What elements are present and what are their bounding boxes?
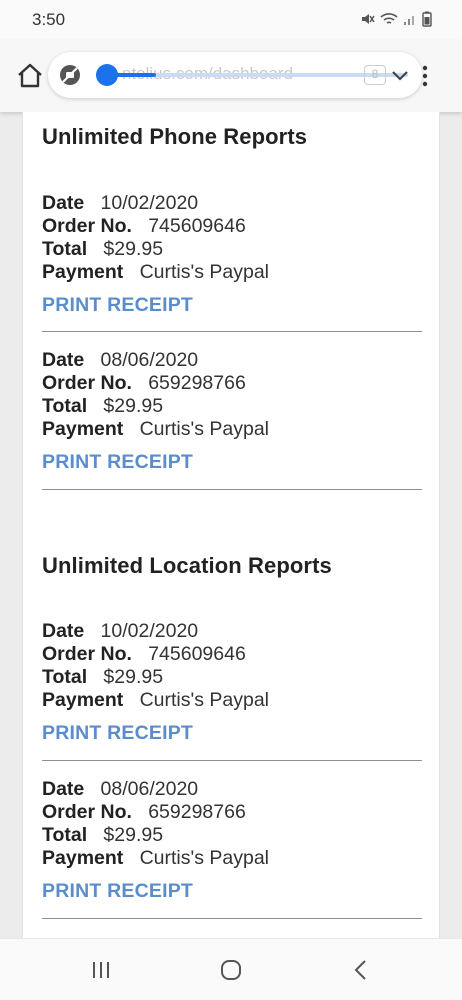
order-total: $29.95: [103, 238, 164, 260]
order-number-row: Order No. 745609646: [42, 643, 422, 666]
browser-toolbar: ntelius.com/dashboard 8: [0, 40, 462, 112]
order-payment: Curtis's Paypal: [139, 847, 269, 869]
order-item: Date 10/02/2020 Order No. 745609646 Tota…: [42, 620, 422, 745]
order-date: 10/02/2020: [100, 192, 199, 214]
order-total-row: Total $29.95: [42, 238, 422, 261]
print-receipt-link[interactable]: PRINT RECEIPT: [42, 722, 422, 745]
order-number-label: Order No.: [42, 372, 132, 394]
order-number: 659298766: [148, 801, 246, 823]
progress-thumb: [96, 64, 118, 86]
address-bar[interactable]: ntelius.com/dashboard 8: [48, 52, 422, 98]
order-date: 08/06/2020: [100, 778, 199, 800]
order-payment: Curtis's Paypal: [139, 261, 269, 283]
order-divider: [42, 760, 422, 761]
order-total: $29.95: [103, 824, 164, 846]
order-date-row: Date 08/06/2020: [42, 349, 422, 372]
order-divider: [42, 489, 422, 490]
back-icon[interactable]: [348, 957, 374, 983]
order-payment: Curtis's Paypal: [139, 689, 269, 711]
order-divider: [42, 918, 422, 919]
total-label: Total: [42, 395, 88, 417]
payment-label: Payment: [42, 689, 124, 711]
battery-icon: [422, 11, 432, 27]
payment-label: Payment: [42, 261, 124, 283]
order-payment-row: Payment Curtis's Paypal: [42, 418, 422, 441]
payment-label: Payment: [42, 847, 124, 869]
order-total-row: Total $29.95: [42, 824, 422, 847]
wifi-icon: [380, 13, 398, 24]
print-receipt-link[interactable]: PRINT RECEIPT: [42, 451, 422, 474]
recent-apps-icon[interactable]: [88, 957, 114, 983]
order-total: $29.95: [103, 666, 164, 688]
order-number-label: Order No.: [42, 801, 132, 823]
incognito-icon: [60, 65, 80, 85]
system-nav-bar: [0, 938, 462, 1000]
order-date-row: Date 10/02/2020: [42, 192, 422, 215]
date-label: Date: [42, 620, 85, 642]
print-receipt-link[interactable]: PRINT RECEIPT: [42, 294, 422, 317]
page-load-progress: [108, 73, 408, 77]
total-label: Total: [42, 238, 88, 260]
section-title-location-reports: Unlimited Location Reports: [42, 553, 332, 578]
mute-icon: [362, 14, 375, 24]
order-date-row: Date 08/06/2020: [42, 778, 422, 801]
order-payment-row: Payment Curtis's Paypal: [42, 689, 422, 712]
order-item: Date 08/06/2020 Order No. 659298766 Tota…: [42, 778, 422, 903]
order-item: Date 08/06/2020 Order No. 659298766 Tota…: [42, 349, 422, 474]
status-icons: [359, 11, 432, 27]
print-receipt-link[interactable]: PRINT RECEIPT: [42, 880, 422, 903]
order-payment-row: Payment Curtis's Paypal: [42, 847, 422, 870]
signal-icon: [404, 16, 414, 25]
tab-count-button[interactable]: 8: [364, 65, 386, 85]
order-number-row: Order No. 659298766: [42, 801, 422, 824]
orders-card: Unlimited Phone Reports Date 10/02/2020 …: [22, 112, 440, 938]
payment-label: Payment: [42, 418, 124, 440]
status-time: 3:50: [32, 10, 66, 29]
order-date-row: Date 10/02/2020: [42, 620, 422, 643]
order-date: 08/06/2020: [100, 349, 199, 371]
status-bar: 3:50: [0, 0, 462, 40]
total-label: Total: [42, 666, 88, 688]
order-total: $29.95: [103, 395, 164, 417]
date-label: Date: [42, 778, 85, 800]
chevron-down-icon[interactable]: [390, 65, 410, 85]
home-icon[interactable]: [16, 62, 44, 90]
total-label: Total: [42, 824, 88, 846]
order-divider: [42, 331, 422, 332]
order-total-row: Total $29.95: [42, 395, 422, 418]
order-total-row: Total $29.95: [42, 666, 422, 689]
more-vert-icon[interactable]: [420, 64, 430, 88]
order-number-row: Order No. 659298766: [42, 372, 422, 395]
order-payment-row: Payment Curtis's Paypal: [42, 261, 422, 284]
order-date: 10/02/2020: [100, 620, 199, 642]
order-number: 745609646: [148, 643, 246, 665]
section-title-phone-reports: Unlimited Phone Reports: [42, 124, 308, 149]
order-item: Date 10/02/2020 Order No. 745609646 Tota…: [42, 192, 422, 317]
order-number-label: Order No.: [42, 643, 132, 665]
home-circle-icon[interactable]: [218, 957, 244, 983]
date-label: Date: [42, 192, 85, 214]
order-payment: Curtis's Paypal: [139, 418, 269, 440]
date-label: Date: [42, 349, 85, 371]
order-number-label: Order No.: [42, 215, 132, 237]
order-number: 659298766: [148, 372, 246, 394]
order-number-row: Order No. 745609646: [42, 215, 422, 238]
order-number: 745609646: [148, 215, 246, 237]
